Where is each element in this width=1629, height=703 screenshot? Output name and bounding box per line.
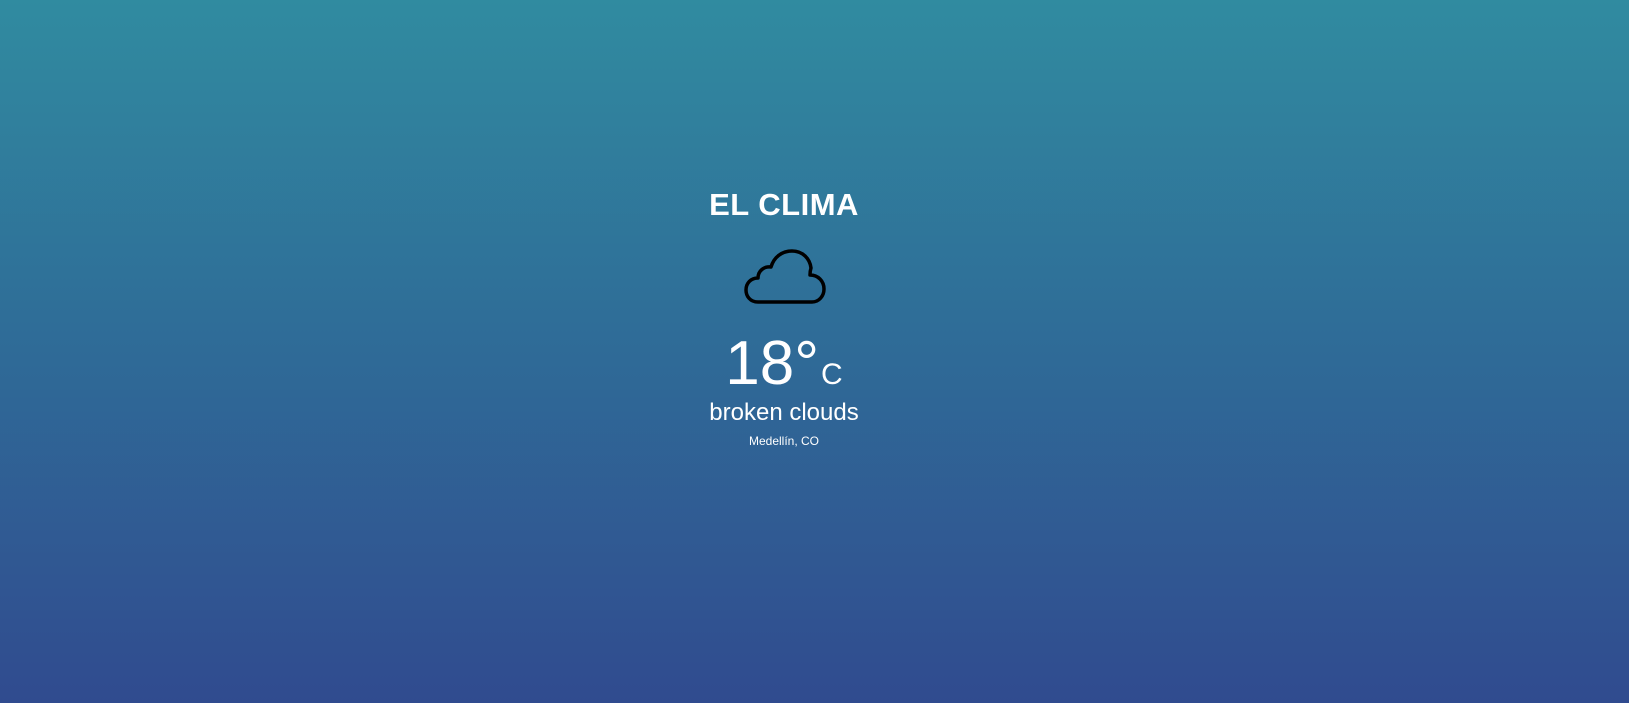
page-title: EL CLIMA (709, 187, 859, 222)
cloud-icon (744, 249, 826, 307)
temperature-display: 18 ° C (0, 331, 1568, 401)
temperature-unit: C (821, 358, 843, 391)
temperature-value: 18 (725, 329, 795, 398)
weather-description: broken clouds (709, 399, 859, 426)
location-label: Medellín, CO (748, 434, 820, 448)
degree-symbol: ° (794, 329, 820, 398)
